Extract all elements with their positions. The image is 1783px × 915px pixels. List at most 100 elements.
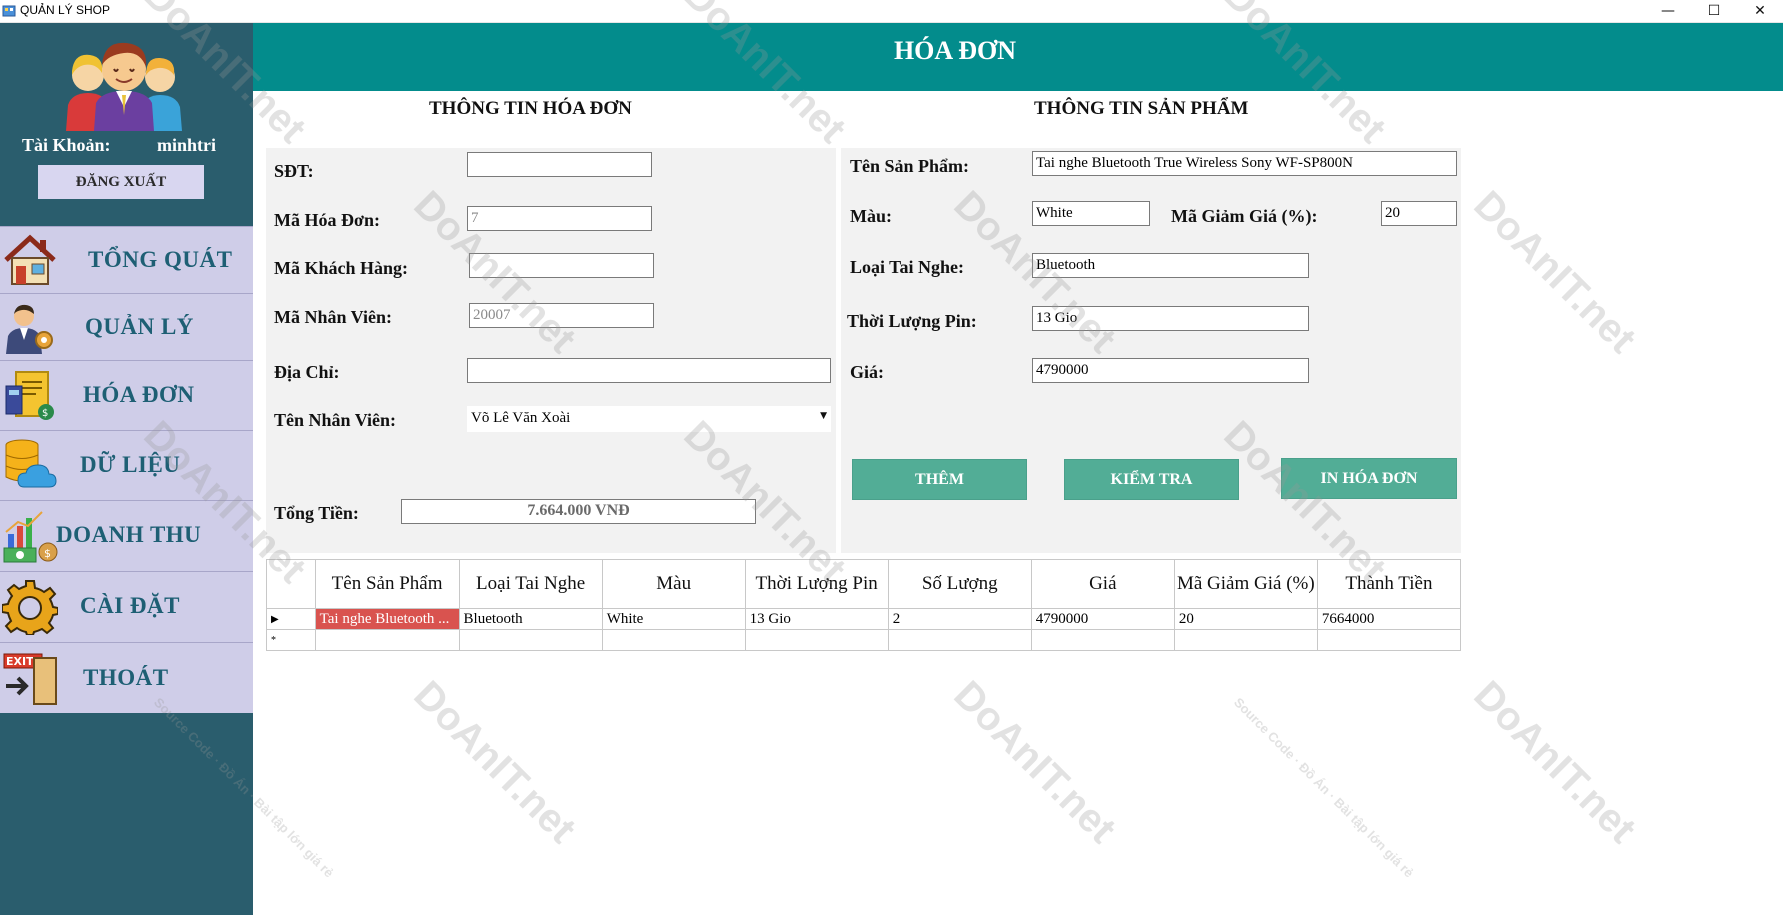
- menu-item-invoice[interactable]: $ HÓA ĐƠN: [0, 360, 253, 430]
- menu-item-overview[interactable]: TỔNG QUÁT: [0, 226, 253, 293]
- menu-item-label: THOÁT: [83, 665, 169, 690]
- menu-item-label: QUẢN LÝ: [85, 314, 194, 339]
- menu-item-label: HÓA ĐƠN: [83, 382, 195, 407]
- color-input[interactable]: [1032, 201, 1150, 226]
- column-header-headphone-type[interactable]: Loại Tai Nghe: [458, 559, 603, 609]
- page-header: HÓA ĐƠN: [253, 23, 1783, 91]
- menu-item-revenue[interactable]: $ DOANH THU: [0, 500, 253, 571]
- table-cell[interactable]: White: [601, 608, 746, 630]
- invoice-section-title: THÔNG TIN HÓA ĐƠN: [429, 98, 632, 119]
- invoice-icon: $: [5, 371, 54, 420]
- team-avatar-icon: [66, 42, 182, 131]
- address-input[interactable]: [467, 358, 831, 383]
- table-cell[interactable]: Tai nghe Bluetooth ...: [314, 608, 460, 630]
- database-cloud-icon: [5, 439, 57, 488]
- house-icon: [4, 234, 56, 285]
- phone-label: SĐT:: [274, 161, 314, 181]
- svg-text:$: $: [42, 408, 48, 419]
- table-cell[interactable]: [458, 629, 603, 651]
- table-cell[interactable]: 7664000: [1316, 608, 1462, 630]
- discount-label: Mã Giảm Giá (%):: [1171, 206, 1318, 226]
- account-username: minhtri: [157, 135, 217, 155]
- window-title: QUẢN LÝ SHOP: [20, 3, 111, 17]
- employee-name-value: Võ Lê Văn Xoài: [471, 410, 571, 426]
- customer-id-label: Mã Khách Hàng:: [274, 258, 409, 278]
- table-new-row[interactable]: *: [266, 629, 1462, 651]
- app-icon: [2, 5, 16, 17]
- employee-name-select[interactable]: Võ Lê Văn Xoài ▼: [467, 406, 831, 432]
- sidebar: Tài Khoản: minhtri ĐĂNG XUẤT TỔNG QUÁT Q…: [0, 23, 253, 915]
- discount-input[interactable]: [1381, 201, 1457, 226]
- price-input[interactable]: [1032, 358, 1309, 383]
- product-name-label: Tên Sản Phẩm:: [850, 156, 970, 176]
- table-cell[interactable]: [1316, 629, 1462, 651]
- table-cell[interactable]: 2: [887, 608, 1032, 630]
- menu-item-label: DỮ LIỆU: [80, 452, 181, 477]
- column-header-price[interactable]: Giá: [1030, 559, 1175, 609]
- column-header-color[interactable]: Màu: [601, 559, 746, 609]
- employee-id-input[interactable]: [469, 303, 654, 328]
- revenue-chart-icon: $: [3, 511, 58, 563]
- watermark-text: DoAnIT.net: [1465, 182, 1645, 362]
- page-title: HÓA ĐƠN: [893, 36, 1017, 65]
- add-button[interactable]: THÊM: [852, 459, 1027, 500]
- print-invoice-button[interactable]: IN HÓA ĐƠN: [1281, 458, 1457, 499]
- menu-item-settings[interactable]: CÀI ĐẶT: [0, 571, 253, 642]
- exit-icon: EXIT: [3, 653, 57, 705]
- logout-button[interactable]: ĐĂNG XUẤT: [38, 165, 204, 199]
- product-name-input[interactable]: [1032, 151, 1457, 176]
- table-cell[interactable]: [887, 629, 1032, 651]
- table-cell[interactable]: 4790000: [1030, 608, 1175, 630]
- table-cell[interactable]: [601, 629, 746, 651]
- menu-item-data[interactable]: DỮ LIỆU: [0, 430, 253, 500]
- chevron-down-icon[interactable]: ▼: [820, 411, 827, 421]
- price-label: Giá:: [850, 362, 884, 382]
- column-header-battery[interactable]: Thời Lượng Pin: [744, 559, 889, 609]
- window-titlebar: QUẢN LÝ SHOP — ☐ ✕: [0, 0, 1783, 23]
- table-cell[interactable]: [1173, 629, 1318, 651]
- invoice-items-table[interactable]: Tên Sản Phẩm Loại Tai Nghe Màu Thời Lượn…: [266, 559, 1462, 651]
- minimize-button[interactable]: —: [1645, 0, 1691, 22]
- row-header-corner: [266, 559, 316, 609]
- manager-icon: [6, 304, 53, 354]
- table-cell[interactable]: [1030, 629, 1175, 651]
- total-label: Tổng Tiền:: [274, 503, 359, 523]
- menu-item-exit[interactable]: EXIT THOÁT: [0, 642, 253, 713]
- menu-item-label: DOANH THU: [56, 522, 202, 547]
- table-cell[interactable]: 20: [1173, 608, 1318, 630]
- table-row[interactable]: ▶ Tai nghe Bluetooth ... Bluetooth White…: [266, 608, 1462, 630]
- account-label: Tài Khoản:: [22, 135, 111, 155]
- current-row-marker-icon[interactable]: ▶: [266, 608, 316, 630]
- table-cell[interactable]: 13 Gio: [744, 608, 889, 630]
- menu-item-management[interactable]: QUẢN LÝ: [0, 293, 253, 360]
- new-row-marker-icon[interactable]: *: [266, 629, 316, 651]
- table-header-row: Tên Sản Phẩm Loại Tai Nghe Màu Thời Lượn…: [266, 559, 1462, 609]
- svg-text:$: $: [44, 547, 51, 560]
- phone-input[interactable]: [467, 152, 652, 177]
- invoice-id-input[interactable]: [467, 206, 652, 231]
- color-label: Màu:: [850, 206, 892, 226]
- customer-id-input[interactable]: [469, 253, 654, 278]
- employee-name-label: Tên Nhân Viên:: [274, 410, 397, 430]
- table-cell[interactable]: [744, 629, 889, 651]
- maximize-button[interactable]: ☐: [1691, 0, 1737, 22]
- address-label: Địa Chỉ:: [274, 362, 340, 382]
- battery-label: Thời Lượng Pin:: [847, 311, 977, 331]
- watermark-text: DoAnIT.net: [405, 672, 585, 852]
- check-button[interactable]: KIỂM TRA: [1064, 459, 1239, 500]
- close-button[interactable]: ✕: [1737, 0, 1783, 22]
- watermark-tagline: Source Code · Đồ Án · Bài tập lớn giá rẻ: [1230, 694, 1417, 881]
- headphone-type-label: Loại Tai Nghe:: [850, 257, 965, 277]
- headphone-type-input[interactable]: [1032, 253, 1309, 278]
- table-cell[interactable]: [314, 629, 460, 651]
- product-section-title: THÔNG TIN SẢN PHẨM: [1034, 98, 1249, 119]
- column-header-quantity[interactable]: Số Lượng: [887, 559, 1032, 609]
- column-header-product-name[interactable]: Tên Sản Phẩm: [314, 559, 460, 609]
- column-header-discount[interactable]: Mã Giảm Giá (%): [1173, 559, 1318, 609]
- column-header-total[interactable]: Thành Tiền: [1316, 559, 1462, 609]
- battery-input[interactable]: [1032, 306, 1309, 331]
- svg-text:EXIT: EXIT: [6, 655, 34, 668]
- invoice-id-label: Mã Hóa Đơn:: [274, 210, 380, 230]
- table-cell[interactable]: Bluetooth: [458, 608, 603, 630]
- watermark-text: DoAnIT.net: [1465, 672, 1645, 852]
